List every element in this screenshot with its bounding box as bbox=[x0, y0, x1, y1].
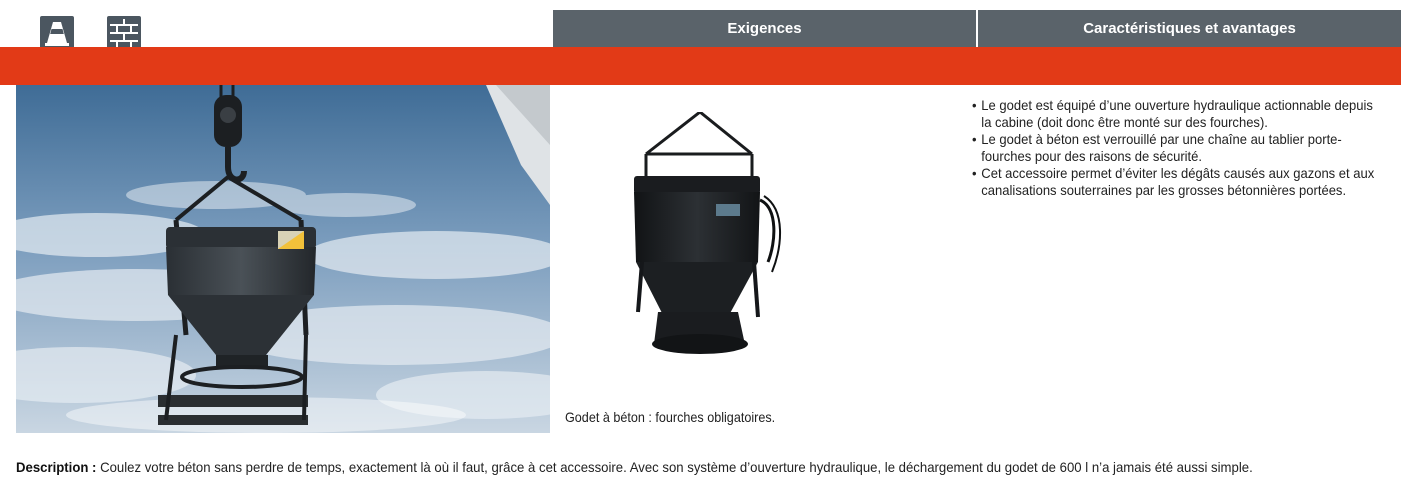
tab-exigences[interactable]: Exigences bbox=[553, 10, 976, 47]
description-label: Description : bbox=[16, 459, 97, 475]
page: Exigences Caractéristiques et avantages bbox=[0, 0, 1401, 503]
bullet-dot: • bbox=[972, 165, 977, 181]
feature-text: Le godet à béton est verrouillé par une … bbox=[981, 131, 1342, 164]
description-text: Coulez votre béton sans perdre de temps,… bbox=[96, 459, 1253, 475]
feature-text: Le godet est équipé d’une ouverture hydr… bbox=[981, 97, 1373, 130]
brick-wall-icon bbox=[107, 16, 141, 50]
section-tabs: Exigences Caractéristiques et avantages bbox=[553, 10, 1401, 47]
feature-text: Cet accessoire permet d’éviter les dégât… bbox=[981, 165, 1375, 198]
list-item: • Le godet à béton est verrouillé par une… bbox=[972, 131, 1381, 165]
features-list: • Le godet est équipé d’une ouverture hyd… bbox=[972, 97, 1374, 199]
construction-cone-icon bbox=[40, 16, 74, 50]
list-item: • Le godet est équipé d’une ouverture hyd… bbox=[972, 97, 1381, 131]
photo-caption: Godet à béton : fourches obligatoires. bbox=[565, 409, 776, 425]
bullet-dot: • bbox=[972, 97, 977, 113]
header-band bbox=[0, 47, 1401, 85]
bucket-crane-photo bbox=[16, 85, 550, 433]
tab-caracteristiques-avantages[interactable]: Caractéristiques et avantages bbox=[976, 10, 1401, 47]
list-item: • Cet accessoire permet d’éviter les dégâ… bbox=[972, 165, 1381, 199]
product-description: Description : Coulez votre béton sans pe… bbox=[16, 458, 1386, 476]
bullet-dot: • bbox=[972, 131, 977, 147]
bucket-product-photo bbox=[618, 110, 803, 362]
